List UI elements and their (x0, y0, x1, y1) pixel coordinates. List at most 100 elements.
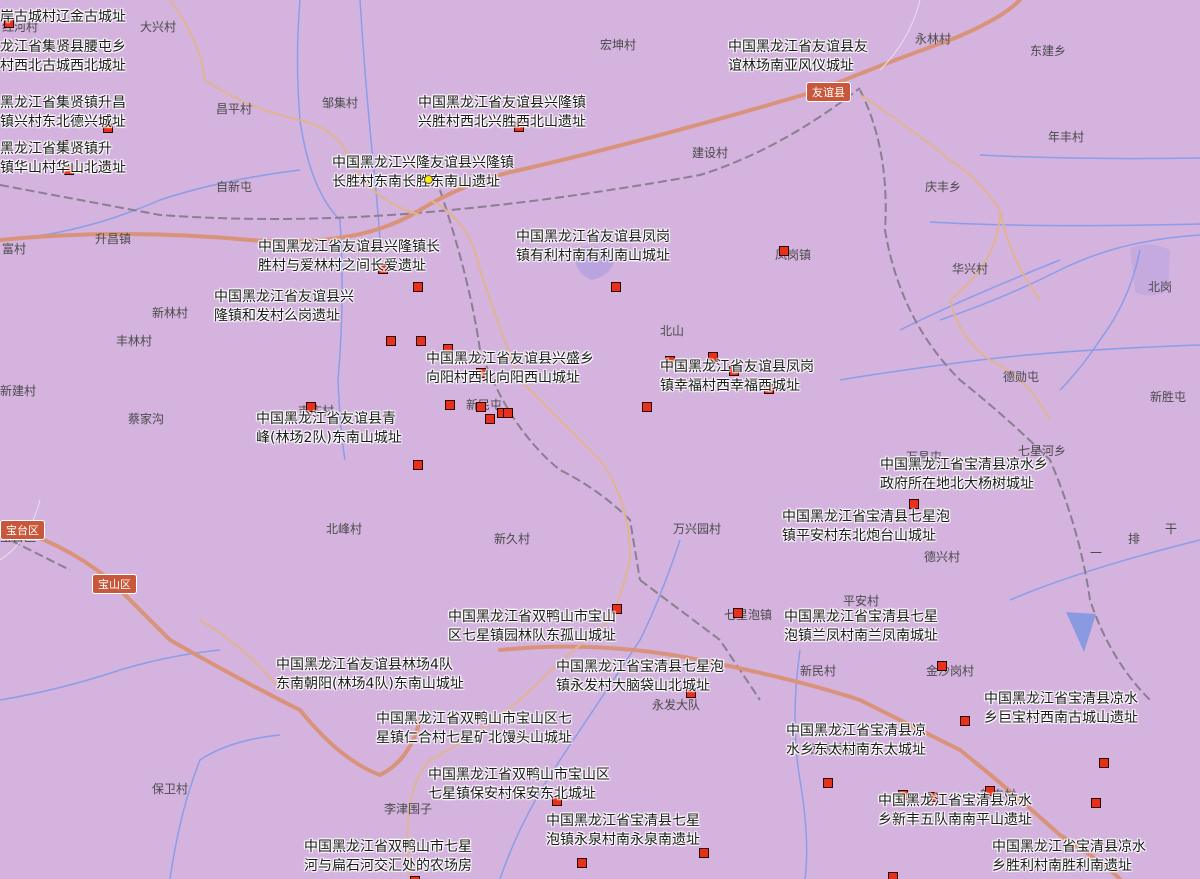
site-label-line: 隆镇和发村么岗遗址 (214, 308, 340, 324)
site-label-line: 峰(林场2队)东南山城址 (256, 430, 402, 446)
site-label-s17[interactable]: 中国黑龙江省宝清县七星 泡镇兰凤村南兰凤南城址 (784, 608, 938, 646)
place-label-xinmincun: 新民村 (800, 664, 837, 678)
site-label-line: 镇有利村南有利南山城址 (516, 248, 670, 264)
site-label-line: 长胜村东南长胜东南山遗址 (332, 174, 500, 190)
site-marker-icon[interactable] (413, 282, 423, 292)
site-label-s10[interactable]: 中国黑龙江省友谊县兴 隆镇和发村么岗遗址 (214, 288, 354, 326)
place-label-yi: 一 (1090, 546, 1103, 560)
place-label-gan: 干 (1165, 522, 1178, 536)
selected-location-icon[interactable] (424, 175, 433, 184)
site-marker-icon[interactable] (611, 282, 621, 292)
site-marker-icon[interactable] (503, 408, 513, 418)
site-marker-icon[interactable] (1091, 798, 1101, 808)
site-marker-icon[interactable] (823, 778, 833, 788)
site-label-s13[interactable]: 中国黑龙江省友谊县青 峰(林场2队)东南山城址 (256, 410, 402, 448)
site-label-s19[interactable]: 中国黑龙江省宝清县七星泡 镇永发村大脑袋山北城址 (556, 658, 724, 696)
site-marker-icon[interactable] (937, 661, 947, 671)
site-label-s22[interactable]: 中国黑龙江省宝清县凉 水乡东太村南东太城址 (786, 722, 926, 760)
site-label-line: 中国黑龙江省友谊县友 (728, 39, 868, 55)
site-label-line: 中国黑龙江省宝清县凉水乡 (880, 457, 1048, 473)
site-label-line: 中国黑龙江省友谊县凤岗 (516, 229, 670, 245)
place-label-xinjian: 新建村 (0, 384, 37, 398)
place-label-dexing: 德勋屯 (1003, 370, 1040, 384)
place-label-beishan: 北山 (660, 324, 685, 338)
site-marker-icon[interactable] (1099, 758, 1109, 768)
place-label-baowei: 保卫村 (152, 782, 189, 796)
site-label-s2[interactable]: 龙江省集贤县腰屯乡 村西北古城西北城址 (0, 38, 126, 76)
road-shield-baoshan: 宝山区 (92, 574, 137, 594)
site-label-line: 中国黑龙江省宝清县凉水 (984, 691, 1138, 707)
site-marker-icon[interactable] (476, 402, 486, 412)
site-marker-icon[interactable] (733, 608, 743, 618)
place-label-jianshe: 建设村 (692, 146, 729, 160)
site-marker-icon[interactable] (642, 402, 652, 412)
site-label-s3[interactable]: 中国黑龙江省友谊县友 谊林场南亚风仪城址 (728, 38, 868, 76)
site-label-line: 中国黑龙江省宝清县七星泡 (556, 659, 724, 675)
place-label-beifeng: 北峰村 (326, 522, 363, 536)
map-view[interactable]: 红河村 大兴村 宏坤村 永林村 东建乡 昌平村 邹集村 年丰村 建设村 自新屯 庆丰乡 富村 升昌镇 凤岗… (0, 0, 1200, 879)
site-label-line: 中国黑龙江省友谊县林场4队 (276, 657, 453, 673)
place-label-fuchang: 富村 (2, 242, 27, 256)
site-marker-icon[interactable] (577, 858, 587, 868)
site-label-s15[interactable]: 中国黑龙江省宝清县七星泡 镇平安村东北炮台山城址 (782, 508, 950, 546)
site-label-line: 乡胜利村南胜利南遗址 (992, 858, 1132, 874)
place-label-pingan: 平安村 (843, 594, 880, 608)
site-label-line: 中国黑龙江省友谊县兴盛乡 (426, 351, 594, 367)
site-marker-icon[interactable] (960, 716, 970, 726)
site-label-s26[interactable]: 中国黑龙江省双鸭山市七星 河与扁石河交汇处的农场房 (304, 838, 472, 876)
site-marker-icon[interactable] (445, 400, 455, 410)
site-label-s6[interactable]: 黑龙江省集贤镇升 镇华山村华山北遗址 (0, 140, 126, 178)
site-label-line: 镇永发村大脑袋山北城址 (556, 678, 710, 694)
site-label-s14[interactable]: 中国黑龙江省宝清县凉水乡 政府所在地北大杨树城址 (880, 456, 1048, 494)
site-label-s12[interactable]: 中国黑龙江省友谊县凤岗 镇幸福村西幸福西城址 (660, 358, 814, 396)
site-label-line: 七星镇保安村保安东北城址 (428, 786, 596, 802)
site-label-line: 中国黑龙江省宝清县七星泡 (782, 509, 950, 525)
site-marker-icon[interactable] (413, 460, 423, 470)
site-label-s4[interactable]: 黑龙江省集贤镇升昌 镇兴村东北德兴城址 (0, 94, 126, 132)
site-label-s7[interactable]: 中国黑龙江兴隆友谊县兴隆镇 长胜村东南长胜东南山遗址 (332, 154, 514, 192)
site-label-line: 乡新丰五队南南平山遗址 (878, 812, 1032, 828)
site-label-s5[interactable]: 中国黑龙江省友谊县兴隆镇 兴胜村西北兴胜西北山遗址 (418, 94, 586, 132)
site-label-s20[interactable]: 中国黑龙江省宝清县凉水 乡巨宝村西南古城山遗址 (984, 690, 1138, 728)
site-label-line: 中国黑龙江省友谊县兴 (214, 289, 354, 305)
site-label-s25[interactable]: 中国黑龙江省宝清县七星 泡镇永泉村南永泉南遗址 (546, 812, 700, 850)
place-label-shengchang: 升昌镇 (95, 232, 132, 246)
road-shield-youyi: 友谊县 (806, 82, 851, 102)
site-label-line: 泡镇兰凤村南兰凤南城址 (784, 628, 938, 644)
site-label-s21[interactable]: 中国黑龙江省双鸭山市宝山区七 星镇仁合村七星矿北馒头山城址 (376, 710, 572, 748)
site-label-s11[interactable]: 中国黑龙江省友谊县兴盛乡 向阳村西北向阳西山城址 (426, 350, 594, 388)
place-label-fenglin: 丰林村 (116, 334, 153, 348)
site-marker-icon[interactable] (888, 872, 898, 879)
site-label-line: 谊林场南亚风仪城址 (728, 58, 854, 74)
place-label-huaxing: 华兴村 (952, 262, 989, 276)
place-label-jinshagang: 金沙岗村 (926, 664, 975, 678)
site-label-line: 中国黑龙江省双鸭山市宝山区 (428, 767, 610, 783)
basemap (0, 0, 1200, 879)
site-label-line: 乡巨宝村西南古城山遗址 (984, 710, 1138, 726)
site-marker-icon[interactable] (485, 414, 495, 424)
place-label-zouji: 邹集村 (322, 96, 359, 110)
site-label-line: 村西北古城西北城址 (0, 58, 126, 74)
site-label-line: 镇华山村华山北遗址 (0, 160, 126, 176)
site-marker-icon[interactable] (699, 848, 709, 858)
site-marker-icon[interactable] (386, 336, 396, 346)
site-label-s27[interactable]: 中国黑龙江省宝清县凉水 乡胜利村南胜利南遗址 (992, 838, 1146, 876)
site-label-s23[interactable]: 中国黑龙江省双鸭山市宝山区 七星镇保安村保安东北城址 (428, 766, 610, 804)
site-marker-icon[interactable] (416, 336, 426, 346)
site-label-s16[interactable]: 中国黑龙江省双鸭山市宝山 区七星镇园林队东孤山城址 (448, 608, 616, 646)
site-label-line: 水乡东太村南东太城址 (786, 742, 926, 758)
site-label-s1[interactable]: 岸古城村辽金古城址 (0, 8, 126, 27)
site-label-line: 兴胜村西北兴胜西北山遗址 (418, 114, 586, 130)
site-marker-icon[interactable] (779, 246, 789, 256)
site-label-s8[interactable]: 中国黑龙江省友谊县凤岗 镇有利村南有利南山城址 (516, 228, 670, 266)
site-label-line: 黑龙江省集贤镇升昌 (0, 95, 126, 111)
site-label-s24[interactable]: 中国黑龙江省宝清县凉水 乡新丰五队南南平山遗址 (878, 792, 1032, 830)
place-label-beigang: 北岗 (1148, 280, 1173, 294)
site-label-s9[interactable]: 中国黑龙江省友谊县兴隆镇长 胜村与爱林村之间长爱遗址 (258, 238, 440, 276)
place-label-changping: 昌平村 (216, 102, 253, 116)
site-label-line: 镇幸福村西幸福西城址 (660, 378, 800, 394)
site-label-line: 中国黑龙江省双鸭山市七星 (304, 839, 472, 855)
site-label-line: 东南朝阳(林场4队)东南山城址 (276, 676, 464, 692)
site-label-s18[interactable]: 中国黑龙江省友谊县林场4队 东南朝阳(林场4队)东南山城址 (276, 656, 464, 694)
site-label-line: 黑龙江省集贤镇升 (0, 141, 112, 157)
